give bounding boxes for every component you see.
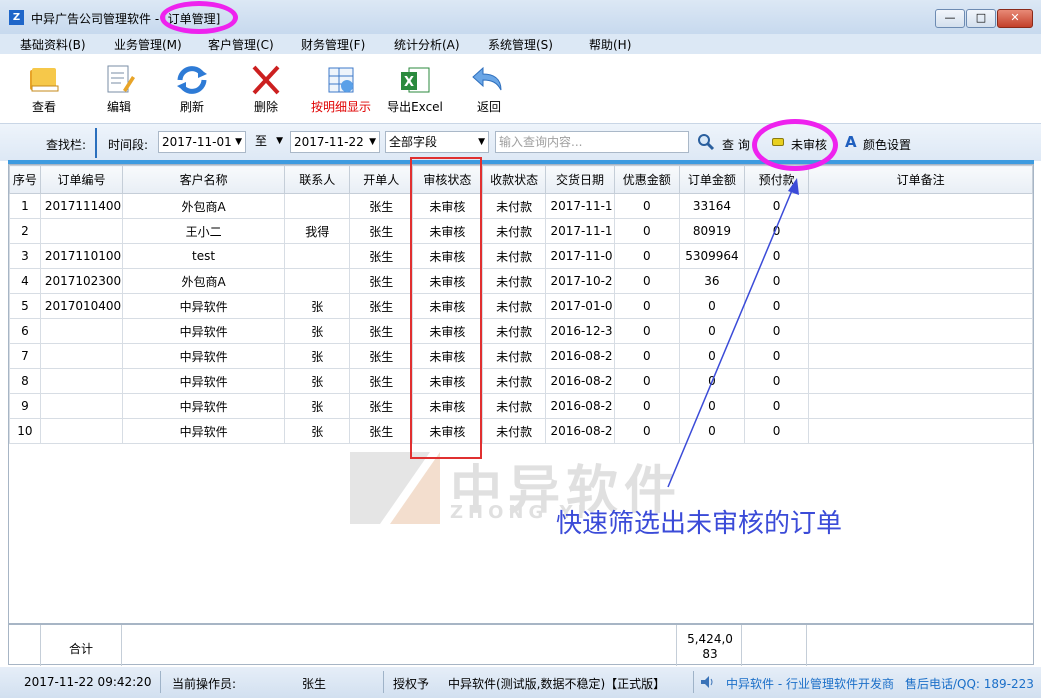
annotation-text: 快速筛选出未审核的订单 <box>556 509 843 539</box>
annotation-arrow <box>667 178 799 488</box>
